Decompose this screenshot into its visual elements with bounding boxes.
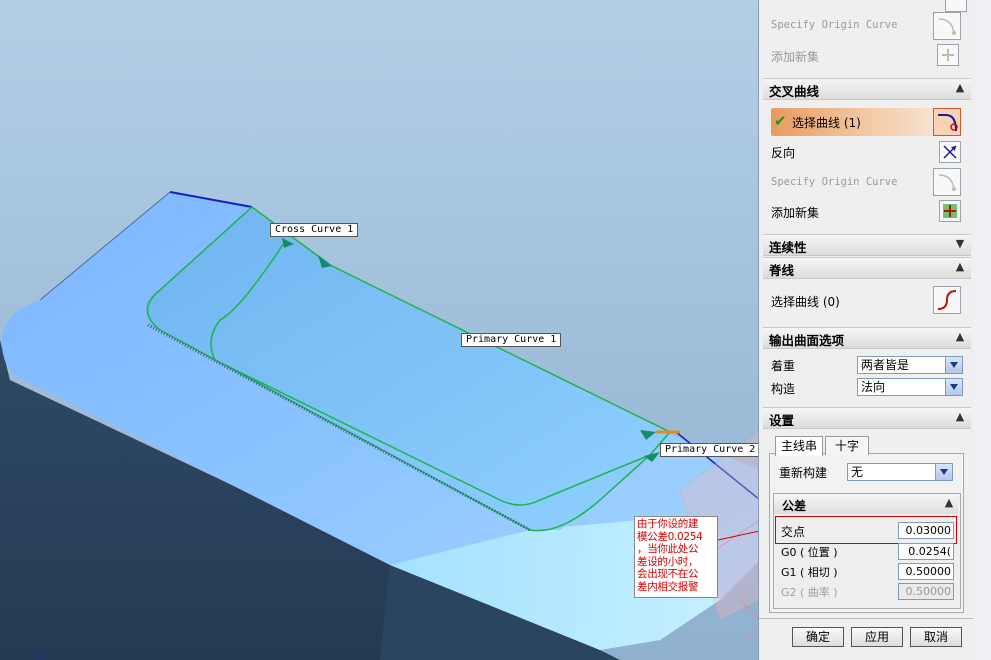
chevron-up-icon[interactable]: ▲ (953, 330, 967, 344)
reverse-label: 反向 (771, 146, 796, 160)
rebuild-value: 无 (851, 465, 864, 479)
specify-origin-curve-label-cross: Specify Origin Curve (771, 176, 898, 188)
emphasis-label: 着重 (771, 359, 796, 373)
chevron-down-icon[interactable] (945, 357, 962, 373)
emphasis-select[interactable]: 两者皆是 (857, 356, 963, 374)
section-output-surface[interactable]: 输出曲面选项 ▲ (763, 327, 971, 349)
panel-scrollbar[interactable] (973, 0, 991, 660)
g2-tol-input: 0.50000 (898, 583, 954, 600)
g0-tol-label: G0 ( 位置 ) (781, 546, 838, 559)
primary-curve-1-label: Primary Curve 1 (461, 333, 562, 347)
g2-tol-label: G2 ( 曲率 ) (781, 586, 838, 599)
note-line: 由于你设的建 (637, 518, 699, 530)
g1-tol-label: G1 ( 相切 ) (781, 566, 838, 579)
add-new-set-label-primary: 添加新集 (771, 50, 820, 64)
rebuild-label: 重新构建 (779, 466, 828, 480)
select-curve-button-spine[interactable] (933, 286, 961, 314)
note-line: 模公差0.0254 (637, 530, 703, 543)
add-new-set-button-cross[interactable] (939, 200, 961, 222)
through-curve-mesh-dialog: Specify Origin Curve 添加新集 交叉曲线 ▲ ✔ 选择曲线 … (758, 0, 975, 660)
curve-point-icon (938, 18, 956, 35)
add-set-icon (942, 49, 954, 61)
emphasis-value: 两者皆是 (861, 358, 910, 372)
chevron-down-icon[interactable]: ▼ (953, 237, 967, 251)
chevron-up-icon[interactable]: ▲ (953, 81, 967, 95)
section-spine[interactable]: 脊线 ▲ (763, 257, 971, 279)
reverse-button[interactable] (939, 141, 961, 163)
tab-cross[interactable]: 十字 (825, 436, 869, 455)
specify-origin-curve-label-primary: Specify Origin Curve (771, 19, 898, 31)
curve-point-icon (938, 174, 956, 191)
note-line: 会出现不在公 (637, 568, 699, 580)
annotation-note: 由于你设的建 模公差0.0254 ，当你此处公 差设的小时， 会出现不在公 差内… (634, 516, 718, 598)
cross-curve-label: Cross Curve 1 (270, 223, 359, 237)
check-icon: ✔ (774, 112, 787, 130)
tolerance-header[interactable]: 公差 ▲ (774, 494, 958, 514)
chevron-up-icon[interactable]: ▲ (953, 260, 967, 274)
add-new-set-label-cross: 添加新集 (771, 206, 820, 220)
chevron-up-icon[interactable]: ▲ (953, 410, 967, 424)
specify-origin-curve-button-cross[interactable] (933, 168, 961, 196)
section-title: 连续性 (769, 240, 807, 255)
section-title: 交叉曲线 (769, 84, 820, 99)
note-line: 差设的小时， (637, 555, 699, 568)
note-line: ，当你此处公 (637, 543, 699, 555)
section-title: 输出曲面选项 (769, 333, 845, 348)
chevron-up-icon[interactable]: ▲ (942, 496, 956, 510)
section-cross-curves[interactable]: 交叉曲线 ▲ (763, 78, 971, 100)
spine-curve-icon (937, 290, 957, 310)
select-curve-label-cross: 选择曲线 (1) (792, 116, 861, 130)
add-new-set-button-primary[interactable] (937, 44, 959, 66)
g0-tol-input[interactable]: 0.0254( (898, 543, 954, 560)
ok-button[interactable]: 确定 (792, 627, 844, 647)
add-set-icon (943, 204, 957, 218)
section-settings[interactable]: 设置 ▲ (763, 407, 971, 429)
construction-label: 构造 (771, 382, 796, 396)
curve-select-icon (938, 114, 958, 132)
partial-button[interactable] (945, 0, 967, 12)
tolerance-title: 公差 (782, 499, 807, 513)
chevron-down-icon[interactable] (945, 379, 962, 395)
section-continuity[interactable]: 连续性 ▼ (763, 234, 971, 256)
specify-origin-curve-button-primary[interactable] (933, 12, 961, 40)
axis-z-label: z (39, 650, 44, 659)
tab-primary-strings[interactable]: 主线串 (775, 436, 823, 456)
primary-curve-2-label: Primary Curve 2 (660, 443, 761, 457)
apply-button[interactable]: 应用 (851, 627, 903, 647)
g1-tol-input[interactable]: 0.50000 (898, 563, 954, 580)
intersection-tol-input[interactable]: 0.03000 (898, 522, 954, 539)
cancel-button[interactable]: 取消 (910, 627, 962, 647)
reverse-direction-icon (943, 145, 957, 159)
rebuild-select[interactable]: 无 (847, 463, 953, 481)
divider (759, 618, 974, 619)
construction-select[interactable]: 法向 (857, 378, 963, 396)
construction-value: 法向 (861, 380, 886, 394)
select-curve-button-cross[interactable] (933, 108, 961, 136)
select-curve-label-spine: 选择曲线 (0) (771, 295, 840, 309)
chevron-down-icon[interactable] (935, 464, 952, 480)
section-title: 脊线 (769, 263, 795, 278)
note-line: 差内相交报警 (637, 580, 699, 593)
section-title: 设置 (769, 413, 795, 428)
